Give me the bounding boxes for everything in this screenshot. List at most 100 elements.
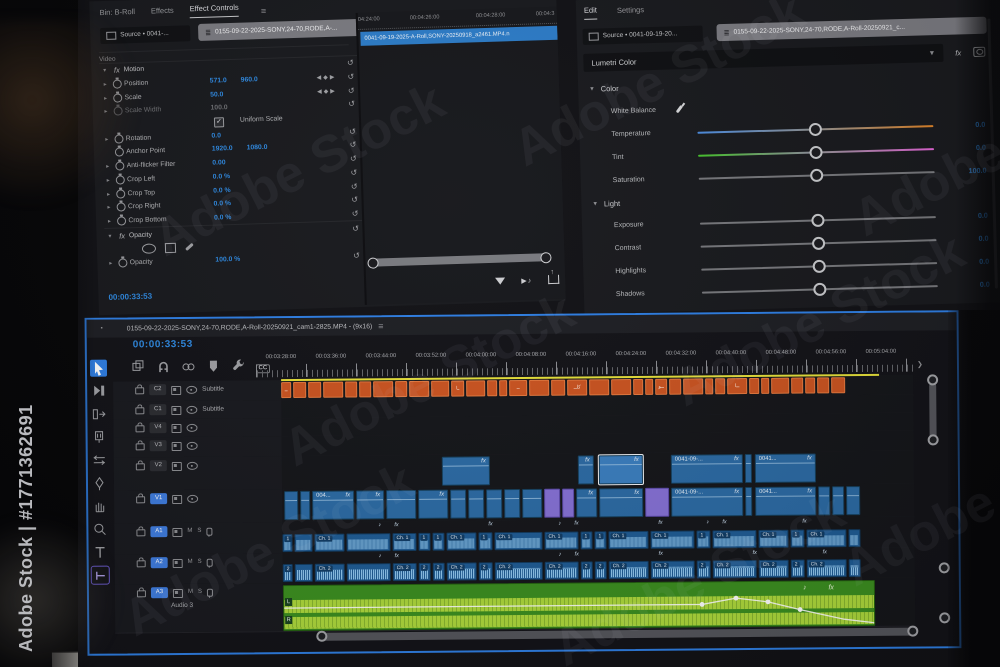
lock-icon[interactable] [135,407,145,415]
zoom-tool[interactable] [91,521,108,538]
video-clip[interactable]: 0041-09-... fx [670,454,744,484]
stopwatch-icon[interactable] [118,258,128,268]
track-badge[interactable]: V4 [149,422,167,434]
track-header-a1[interactable]: A1 M S [114,522,283,555]
stopwatch-icon[interactable] [114,134,124,144]
caption-clip[interactable] [749,377,760,395]
caption-clip[interactable] [431,380,450,397]
slider-track-tint[interactable] [698,145,935,159]
video-clip[interactable] [832,486,845,516]
caption-clip[interactable] [683,378,704,395]
ellipse-mask-icon[interactable] [141,243,157,254]
video-clip[interactable] [386,489,417,520]
slider-value[interactable]: 100.0 [935,166,986,176]
audio-clip[interactable]: Ch. 2 [392,562,417,582]
reset-parameter-icon[interactable]: ↺ [349,224,363,233]
slider-handle[interactable] [809,168,824,182]
fx-badge-icon[interactable]: fx [114,66,120,75]
slider-value[interactable]: 0.0 [938,280,990,290]
mute-button[interactable]: M [188,559,193,565]
audio-clip[interactable] [848,529,861,548]
fx-badge-icon[interactable]: fx [119,231,125,240]
audio-clip[interactable]: 2 [580,561,593,580]
tab-effect-controls[interactable]: Effect Controls [189,2,240,19]
video-clip[interactable]: fx [577,455,595,485]
reset-parameter-icon[interactable]: ↺ [347,181,361,191]
track-header-v4[interactable]: V4 [113,418,282,438]
effect-controls-mini-timeline[interactable]: 04:24:00 00:04:26:00 00:04:28:00 00:04:3 00… [355,6,566,305]
audio-clip[interactable]: 2 [432,562,445,581]
audio-clip[interactable] [346,563,391,582]
track-visibility-icon[interactable] [186,405,198,414]
twirl-down-icon[interactable]: ▾ [104,232,115,239]
reset-parameter-icon[interactable]: ↺ [344,72,358,81]
music-clip[interactable]: ♪ fx L R [282,579,876,632]
reset-parameter-icon[interactable]: ↺ [345,99,359,109]
caption-clip[interactable]: ــو [655,378,668,395]
audio-clip[interactable]: 2 [696,560,711,579]
audio-clip[interactable]: Ch. 1 [544,531,579,550]
caption-clip[interactable] [715,378,726,395]
caption-clip[interactable] [359,381,372,398]
audio-clip[interactable]: Ch. 1 [392,532,417,552]
track-header-a3[interactable]: A3 M S Audio 3 [114,583,284,633]
stopwatch-icon[interactable] [115,161,125,171]
audio-clip[interactable]: Ch. 1 [650,530,695,549]
track-header-v2[interactable]: V2 [113,456,283,491]
caption-clip[interactable]: ـا [451,380,465,397]
slider-handle[interactable] [811,236,826,250]
parameter-value[interactable]: 0.0 [211,132,221,139]
voiceover-mic-icon[interactable] [206,588,213,597]
video-clip[interactable]: fx [418,489,449,519]
timeline-panel[interactable]: ▪ 0155-09-22-2025-SONY,24-70,RODE,A-Roll… [84,310,962,656]
slider-handle[interactable] [808,122,823,136]
twirl-right-icon[interactable]: ▸ [100,81,111,88]
parameter-value[interactable]: 0.0 % [214,214,232,222]
stopwatch-icon[interactable] [113,93,123,103]
lock-icon[interactable] [136,590,146,598]
caption-clip[interactable] [589,379,610,396]
video-clip[interactable]: 004... fx [312,490,355,520]
slider-value[interactable]: 0.0 [937,257,989,267]
source-patch-icon[interactable] [172,527,183,538]
caption-clip[interactable] [373,381,394,398]
twirl-right-icon[interactable]: ▸ [101,108,112,115]
play-audio-icon[interactable]: ▶♪ [521,276,532,284]
lock-icon[interactable] [136,496,146,504]
video-clip[interactable]: fx [441,456,491,486]
twirl-right-icon[interactable]: ▸ [105,260,116,267]
slider-handle[interactable] [811,213,825,227]
caption-clip[interactable] [611,379,632,396]
caption-clip[interactable] [633,378,644,396]
slider-track-exposure[interactable] [699,213,936,227]
parameter-value[interactable]: 960.0 [241,76,258,84]
caption-clip[interactable] [771,377,790,394]
lock-icon[interactable] [135,425,145,433]
selected-video-clip[interactable]: fx [597,453,645,486]
filter-icon[interactable] [495,277,506,285]
track-badge[interactable]: V1 [150,493,168,505]
timeline-clip-button[interactable]: ≣ 0155-09-22-2025-SONY,24-70,RODE,A-... [197,18,361,41]
nest-insert-icon[interactable] [131,359,145,379]
lumetri-clip-button[interactable]: ≣ 0155-09-22-2025-SONY,24-70,RODE,A-Roll… [716,16,987,42]
stopwatch-icon[interactable] [116,188,126,199]
audio-clip[interactable] [346,533,391,552]
track-badge[interactable]: A2 [150,557,168,569]
caption-clip[interactable] [761,377,770,394]
caption-clip[interactable] [499,380,508,397]
slider-value[interactable]: 0.0 [934,143,986,153]
track-header-c1[interactable]: C1 Subtitle [113,400,282,420]
caption-clip[interactable]: كلــ [567,379,588,396]
parameter-value[interactable]: 0.0 % [213,187,231,195]
video-clip[interactable] [450,489,467,519]
linked-selection-icon[interactable] [181,359,195,379]
caption-clip[interactable] [529,379,550,396]
caption-clip[interactable] [395,381,408,398]
track-header-v1[interactable]: V1 [114,489,283,524]
video-clip[interactable] [846,486,861,516]
audio-clip[interactable]: 2 [282,564,293,583]
timeline-tab[interactable]: ▪ 0155-09-22-2025-SONY,24-70,RODE,A-Roll… [86,312,957,338]
twirl-right-icon[interactable]: ▸ [103,177,114,184]
audio-clip[interactable]: 1 [790,529,805,548]
video-clip[interactable] [284,490,299,521]
